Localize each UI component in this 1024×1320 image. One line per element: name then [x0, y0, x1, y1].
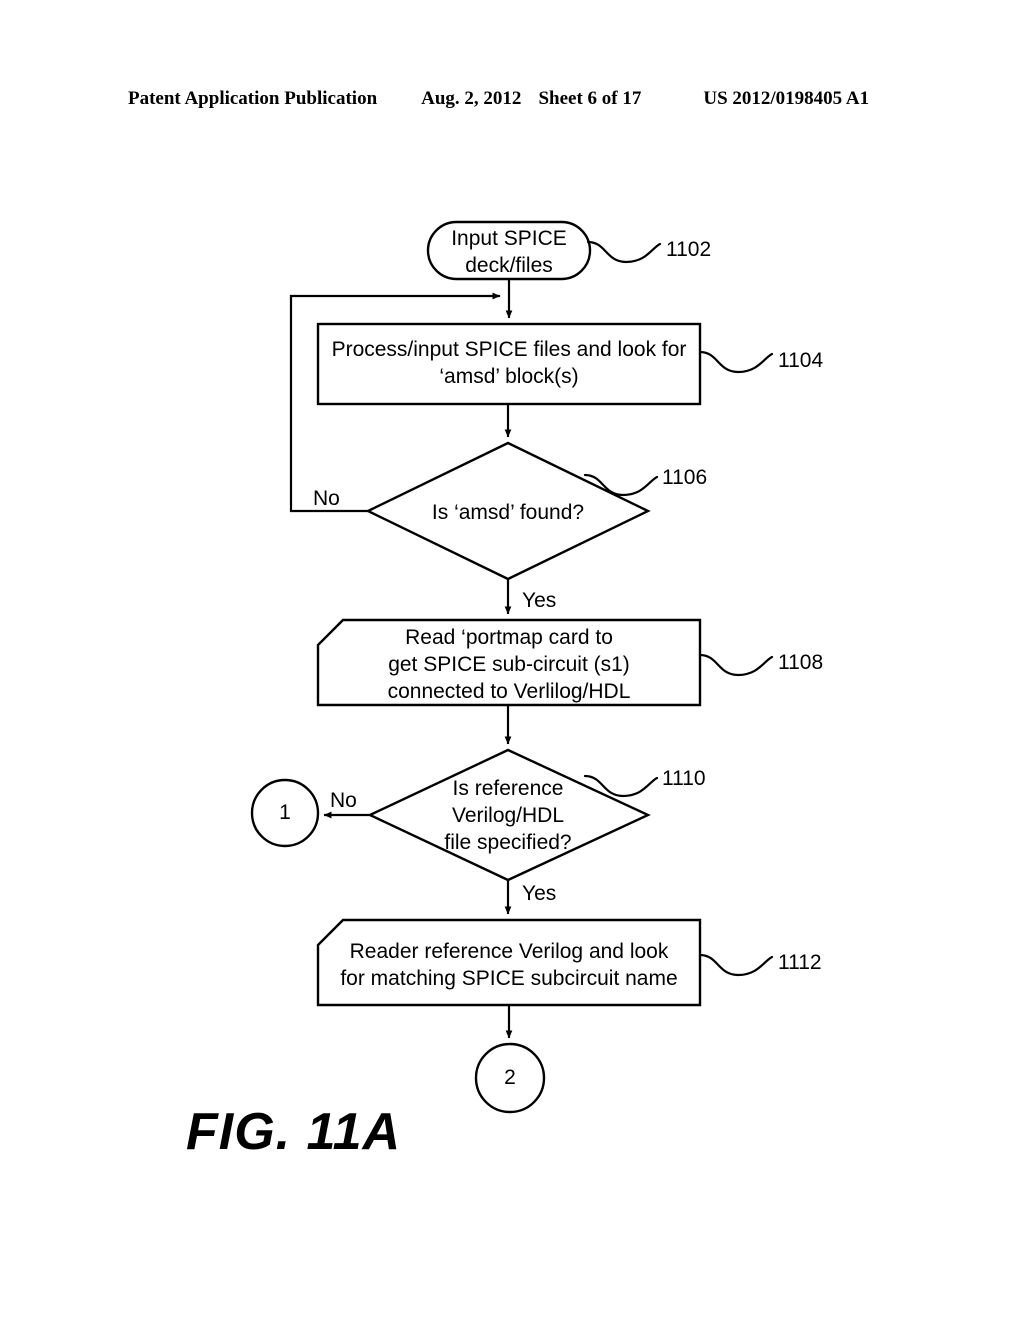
- node-label-is-reference-verilog: Is reference Verilog/HDL file specified?: [444, 777, 572, 854]
- connector-label-2: 2: [504, 1066, 516, 1089]
- reference-numeral-1104: 1104: [778, 349, 824, 372]
- node-label-is-amsd-found: Is ‘amsd’ found?: [431, 501, 585, 524]
- reference-numeral-1106: 1106: [662, 466, 708, 489]
- reference-numeral-1108: 1108: [778, 651, 824, 674]
- node-label-process-input: Process/input SPICE files and look for ‘…: [331, 338, 687, 388]
- edge-label-yes-1110: Yes: [522, 882, 557, 905]
- node-label-reader-reference-verilog: Reader reference Verilog and look for ma…: [340, 940, 678, 990]
- leader-line-1104: [698, 350, 774, 374]
- connector-label-1: 1: [279, 801, 291, 824]
- leader-line-1102: [586, 240, 662, 264]
- edge-label-no-1106: No: [313, 487, 340, 510]
- leader-line-1108: [698, 653, 774, 677]
- figure-caption: FIG. 11A: [186, 1103, 402, 1161]
- node-label-read-portmap: Read ‘portmap card to get SPICE sub-circ…: [387, 626, 631, 703]
- leader-line-1112: [698, 953, 774, 977]
- edge-label-no-1110: No: [330, 789, 357, 812]
- edge-label-yes-1106: Yes: [522, 589, 557, 612]
- node-label-input-spice: Input SPICE deck/files: [451, 227, 567, 277]
- reference-numeral-1110: 1110: [662, 767, 706, 790]
- reference-numeral-1112: 1112: [778, 951, 822, 974]
- reference-numeral-1102: 1102: [666, 238, 712, 261]
